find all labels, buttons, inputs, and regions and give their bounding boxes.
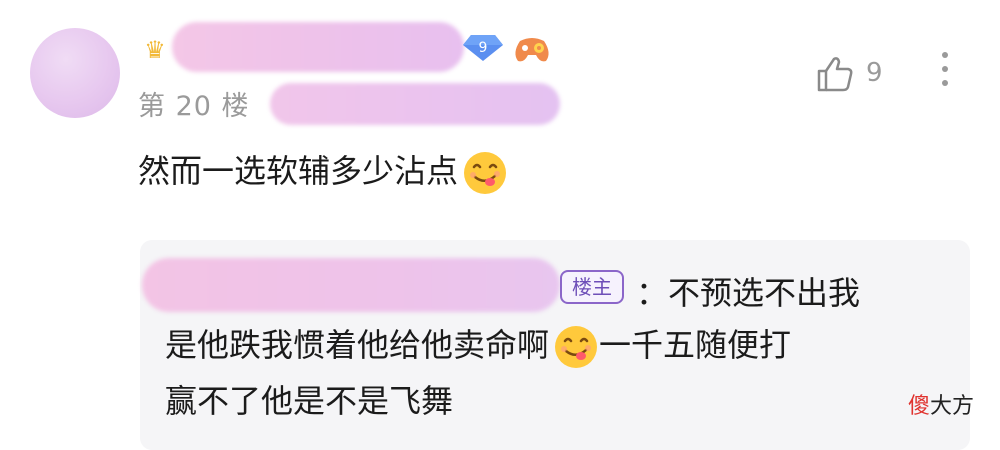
comment-text: 然而一选软辅多少沾点 — [138, 152, 459, 190]
thread-owner-badge: 楼主 — [560, 270, 624, 304]
username-blurred[interactable] — [172, 22, 464, 72]
reply-text-line1: ：不预选不出我 — [636, 274, 861, 312]
watermark: 傻大方 — [908, 388, 974, 420]
floor-number: 第 20 楼 — [138, 91, 250, 122]
more-vertical-icon[interactable] — [935, 52, 955, 96]
reply-text-line2: 是他跌我惯着他给他卖命啊 一千五随便打 — [165, 320, 791, 370]
reply-line2-part1: 是他跌我惯着他给他卖命啊 — [165, 326, 550, 364]
yum-face-emoji — [555, 326, 598, 368]
reply-text-line3: 赢不了他是不是飞舞 — [165, 382, 454, 420]
user-meta-blurred — [270, 83, 560, 125]
level-number: 9 — [479, 40, 488, 56]
crown-icon: ♛ — [144, 36, 166, 64]
yum-face-emoji — [464, 152, 507, 194]
comment-content: 然而一选软辅多少沾点 — [138, 146, 508, 196]
thumbs-up-icon[interactable] — [815, 55, 855, 93]
diamond-level-icon: 9 — [463, 35, 503, 61]
reply-username-blurred[interactable] — [142, 258, 560, 312]
watermark-part1: 傻 — [908, 394, 931, 419]
reply-line2-part2: 一千五随便打 — [599, 326, 792, 364]
gamepad-icon — [515, 38, 549, 62]
avatar[interactable] — [30, 28, 120, 118]
like-count: 9 — [866, 58, 883, 88]
watermark-part2: 大方 — [930, 394, 975, 419]
